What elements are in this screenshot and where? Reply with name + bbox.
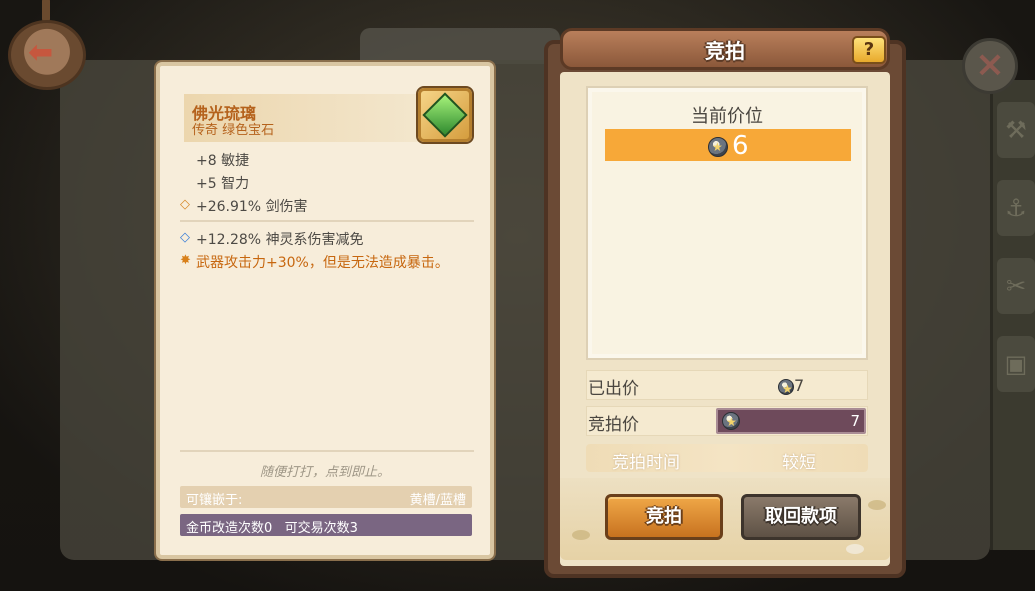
- orange-diamond-icon: ◇: [180, 197, 190, 212]
- socket-label: 可镶嵌于:: [186, 493, 243, 508]
- leaf-decoration: [868, 500, 886, 510]
- bid-button[interactable]: 竞拍: [605, 494, 723, 540]
- rope-decoration: [42, 0, 50, 22]
- retrieve-funds-button[interactable]: 取回款项: [741, 494, 861, 540]
- flavor-text: 随便打打，点到即止。: [259, 465, 390, 480]
- bid-price-value: 7: [850, 412, 860, 430]
- bid-given-value: 7: [794, 376, 805, 395]
- trade-info: 金币改造次数0 可交易次数3: [186, 521, 358, 536]
- auction-time-label: 竞拍时间: [612, 453, 680, 473]
- flower-decoration: [846, 544, 864, 554]
- stat-intelligence: +5 智力: [196, 176, 250, 192]
- divider: [180, 220, 474, 222]
- bid-price-label: 竞拍价: [588, 415, 639, 435]
- auction-time-value: 较短: [782, 453, 816, 473]
- anchor-icon: ⚓: [997, 180, 1035, 236]
- stat-sword-damage: +26.91% 剑伤害: [196, 199, 308, 215]
- current-price: 6: [708, 131, 749, 161]
- tools-icon: ✂: [997, 258, 1035, 314]
- bag-icon: ▣: [997, 336, 1035, 392]
- green-gem-icon: [418, 88, 472, 142]
- item-detail-panel: 佛光琉璃 传奇 绿色宝石 +8 敏捷 +5 智力 ◇ +26.91% 剑伤害 ◇…: [156, 62, 494, 559]
- background-tab: [360, 28, 560, 64]
- background-side-menu: ⚒ ⚓ ✂ ▣: [990, 80, 1035, 550]
- back-arrow-icon: ⬅: [28, 35, 54, 70]
- blue-diamond-icon: ◇: [180, 230, 190, 245]
- help-button[interactable]: ?: [852, 36, 886, 64]
- special-star-icon: ✸: [180, 253, 191, 268]
- current-price-value: 6: [732, 131, 749, 161]
- auction-title: 竞拍: [705, 39, 745, 63]
- special-effect: 武器攻击力+30%，但是无法造成暴击。: [196, 255, 449, 271]
- socket-value: 黄槽/蓝槽: [409, 493, 466, 508]
- stat-divine-damage-reduction: +12.28% 神灵系伤害减免: [196, 232, 364, 248]
- coin-icon: [778, 378, 794, 398]
- coin-icon: [708, 136, 728, 157]
- back-button[interactable]: ⬅: [4, 0, 90, 94]
- close-icon: ×: [974, 44, 1006, 85]
- item-rarity: 传奇 绿色宝石: [192, 123, 275, 138]
- divider: [180, 450, 474, 452]
- bid-given-label: 已出价: [588, 379, 639, 399]
- hammer-icon: ⚒: [997, 102, 1035, 158]
- current-price-label: 当前价位: [691, 106, 763, 127]
- leaf-decoration: [572, 530, 590, 540]
- stat-agility: +8 敏捷: [196, 153, 250, 169]
- close-button[interactable]: ×: [962, 38, 1018, 94]
- bid-given-amount: 7: [778, 376, 805, 398]
